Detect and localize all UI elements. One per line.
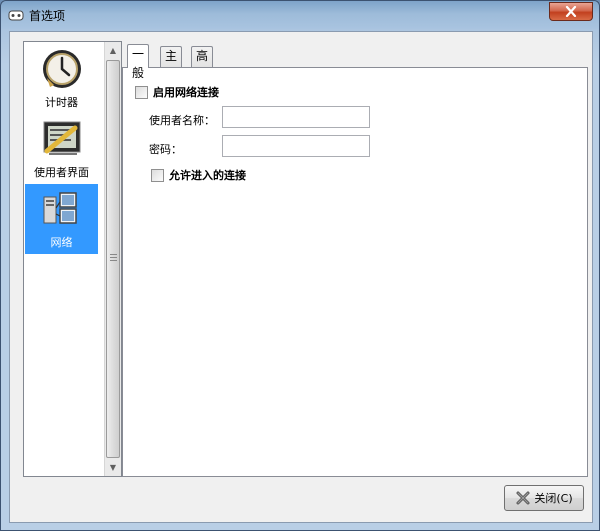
username-label: 使用者名称： bbox=[149, 114, 215, 127]
password-label: 密码： bbox=[149, 143, 182, 156]
network-icon bbox=[43, 192, 77, 224]
tab-advanced[interactable]: 高级 bbox=[191, 46, 214, 82]
preferences-window: 首选项 计时器 使用者界面 网络 ▲ ▼ 一般 主 高 启用网络连接 使用者名称… bbox=[0, 0, 600, 531]
window-title: 首选项 bbox=[29, 9, 66, 23]
sidebar-item-timer[interactable]: 计时器 bbox=[25, 44, 98, 114]
tab-host[interactable]: 主机 bbox=[160, 46, 183, 82]
sidebar-item-label: 网络 bbox=[50, 236, 73, 249]
enable-network-label: 启用网络连接 bbox=[153, 86, 219, 99]
app-icon bbox=[8, 10, 24, 21]
category-list: 计时器 使用者界面 网络 bbox=[24, 42, 99, 476]
password-field[interactable] bbox=[222, 135, 370, 157]
enable-network-option[interactable]: 启用网络连接 bbox=[135, 84, 219, 100]
close-icon bbox=[565, 6, 577, 17]
grip-icon bbox=[110, 254, 117, 262]
allow-incoming-checkbox[interactable] bbox=[151, 168, 164, 182]
tab-general[interactable]: 一般 bbox=[127, 44, 150, 80]
close-button[interactable]: 关闭(C) bbox=[504, 485, 584, 511]
sidebar-item-label: 计时器 bbox=[45, 96, 78, 109]
sidebar-item-label: 使用者界面 bbox=[34, 166, 89, 179]
client-area: 计时器 使用者界面 网络 ▲ ▼ 一般 主 高 启用网络连接 使用者名称： 密码… bbox=[9, 31, 593, 523]
interface-icon bbox=[43, 121, 81, 155]
sidebar-scrollbar[interactable]: ▲ ▼ bbox=[104, 42, 121, 476]
clock-icon bbox=[43, 50, 81, 88]
title-bar[interactable]: 首选项 bbox=[1, 1, 599, 29]
category-sidebar: 计时器 使用者界面 网络 ▲ ▼ bbox=[23, 41, 122, 477]
scroll-up-arrow-icon[interactable]: ▲ bbox=[105, 42, 121, 59]
window-close-button[interactable] bbox=[549, 2, 593, 21]
sidebar-item-interface[interactable]: 使用者界面 bbox=[25, 114, 98, 184]
close-button-label: 关闭(C) bbox=[534, 492, 573, 505]
enable-network-checkbox[interactable] bbox=[135, 85, 148, 99]
allow-incoming-label: 允许进入的连接 bbox=[169, 169, 246, 182]
tab-panel-general: 启用网络连接 使用者名称： 密码： 允许进入的连接 bbox=[122, 67, 588, 477]
close-icon bbox=[516, 491, 530, 505]
scrollbar-thumb[interactable] bbox=[106, 60, 120, 458]
scroll-down-arrow-icon[interactable]: ▼ bbox=[105, 459, 121, 476]
allow-incoming-option[interactable]: 允许进入的连接 bbox=[151, 167, 246, 183]
sidebar-item-network[interactable]: 网络 bbox=[25, 184, 98, 254]
username-field[interactable] bbox=[222, 106, 370, 128]
